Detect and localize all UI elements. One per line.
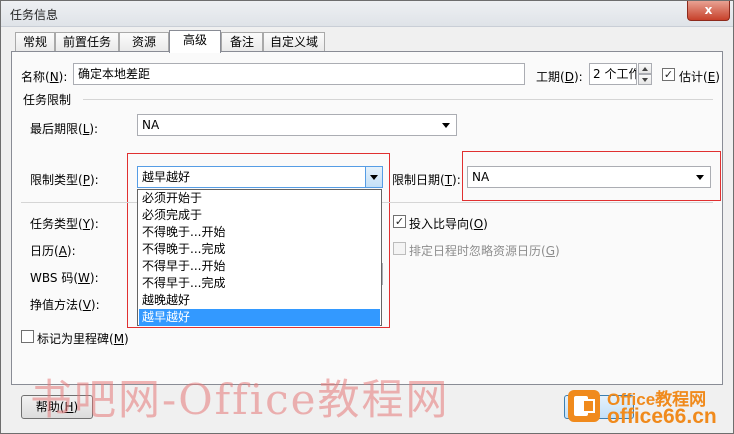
calendar-label: 日历(A): bbox=[30, 244, 76, 258]
constraint-date-label: 限制日期(T): bbox=[392, 173, 461, 187]
dialog-title: 任务信息 bbox=[10, 8, 59, 22]
option-as-late-as-possible[interactable]: 越晚越好 bbox=[139, 292, 380, 309]
tab-resources[interactable]: 资源 bbox=[119, 32, 169, 52]
option-start-no-earlier-than[interactable]: 不得早于...开始 bbox=[139, 258, 380, 275]
tab-custom-fields[interactable]: 自定义域 bbox=[263, 32, 325, 52]
brand-badge: Office教程网 office66.cn bbox=[565, 383, 731, 431]
option-start-no-later-than[interactable]: 不得晚于...开始 bbox=[139, 224, 380, 241]
ignore-resource-calendar-checkbox[interactable] bbox=[393, 242, 406, 255]
constraints-group-title: 任务限制 bbox=[23, 93, 72, 107]
effort-driven-label: 投入比导向(O) bbox=[409, 217, 488, 231]
arrow-up-icon bbox=[642, 67, 648, 71]
milestone-label: 标记为里程碑(M) bbox=[37, 332, 129, 346]
tab-notes[interactable]: 备注 bbox=[221, 32, 263, 52]
option-as-soon-as-possible[interactable]: 越早越好 bbox=[139, 309, 380, 326]
chevron-down-icon bbox=[370, 175, 378, 180]
constraint-date-dropdown[interactable]: NA bbox=[467, 166, 711, 188]
effort-driven-checkbox[interactable]: ✓ bbox=[393, 215, 406, 228]
dropdown-button[interactable] bbox=[365, 167, 382, 187]
task-type-label: 任务类型(Y): bbox=[30, 217, 99, 231]
brand-domain: office66.cn bbox=[607, 405, 717, 428]
title-bar: 任务信息 x bbox=[1, 1, 733, 27]
estimated-checkbox[interactable]: ✓ bbox=[662, 68, 675, 81]
deadline-value: NA bbox=[142, 118, 160, 132]
duration-spin-down[interactable] bbox=[638, 74, 652, 85]
office-logo-icon bbox=[568, 390, 600, 422]
milestone-checkbox[interactable] bbox=[21, 330, 34, 343]
constraint-date-value: NA bbox=[472, 170, 490, 184]
site-watermark: 书吧网-Office教程网 bbox=[30, 375, 450, 424]
arrow-down-icon bbox=[642, 78, 648, 82]
duration-label: 工期(D): bbox=[536, 70, 583, 84]
constraint-type-options-list: 必须开始于 必须完成于 不得晚于...开始 不得晚于...完成 不得早于...开… bbox=[137, 189, 382, 326]
tab-general[interactable]: 常规 bbox=[15, 32, 55, 52]
constraint-type-value: 越早越好 bbox=[142, 170, 191, 184]
constraint-type-dropdown[interactable]: 越早越好 bbox=[137, 166, 383, 188]
checkmark-icon: ✓ bbox=[663, 68, 674, 81]
estimated-label: 估计(E) bbox=[679, 70, 720, 84]
group-divider bbox=[83, 99, 713, 100]
constraint-type-label: 限制类型(P): bbox=[30, 173, 99, 187]
checkmark-icon: ✓ bbox=[394, 215, 405, 228]
chevron-down-icon bbox=[442, 123, 450, 128]
option-must-finish-on[interactable]: 必须完成于 bbox=[139, 207, 380, 224]
duration-spin-up[interactable] bbox=[638, 63, 652, 74]
option-finish-no-later-than[interactable]: 不得晚于...完成 bbox=[139, 241, 380, 258]
wbs-code-label: WBS 码(W): bbox=[30, 271, 99, 285]
earned-value-label: 挣值方法(V): bbox=[30, 298, 100, 312]
chevron-down-icon bbox=[696, 175, 704, 180]
ignore-resource-calendar-label: 排定日程时忽略资源日历(G) bbox=[409, 244, 560, 258]
close-button[interactable]: x bbox=[687, 1, 730, 21]
duration-input[interactable]: 2 个工作 bbox=[589, 63, 637, 85]
name-input[interactable]: 确定本地差距 bbox=[73, 63, 525, 85]
tab-advanced[interactable]: 高级 bbox=[169, 30, 221, 53]
option-finish-no-earlier-than[interactable]: 不得早于...完成 bbox=[139, 275, 380, 292]
deadline-dropdown[interactable]: NA bbox=[137, 114, 457, 136]
name-label: 名称(N): bbox=[21, 70, 68, 84]
deadline-label: 最后期限(L): bbox=[30, 122, 99, 136]
option-must-start-on[interactable]: 必须开始于 bbox=[139, 190, 380, 207]
tab-predecessors[interactable]: 前置任务 bbox=[55, 32, 119, 52]
